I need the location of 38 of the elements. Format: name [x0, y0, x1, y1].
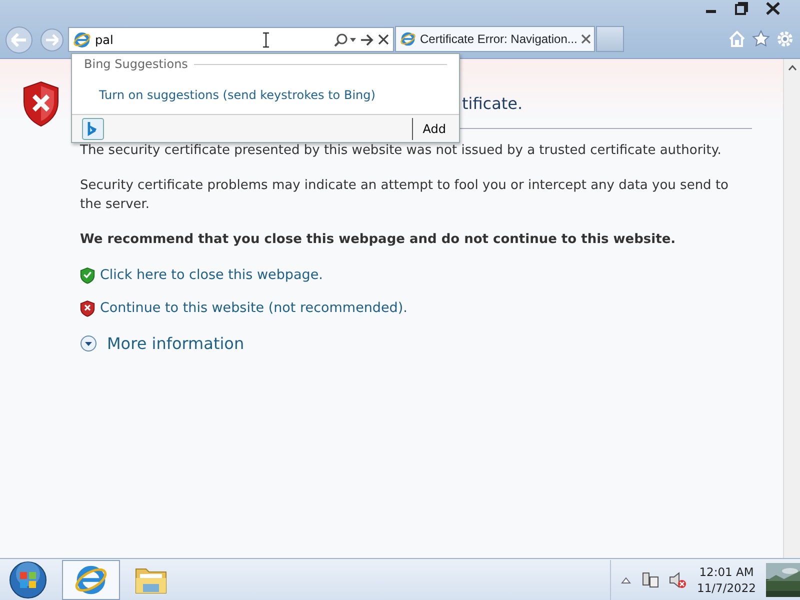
settings-icon[interactable]: [776, 30, 794, 48]
clock[interactable]: 12:01 AM 11/7/2022: [697, 564, 756, 596]
browser-tab[interactable]: Certificate Error: Navigation...: [395, 26, 595, 52]
scroll-up-icon[interactable]: [788, 65, 796, 71]
suggestions-link[interactable]: Turn on suggestions (send keystrokes to Bing): [99, 86, 376, 104]
show-hidden-icons[interactable]: [621, 576, 632, 584]
add-button[interactable]: Add: [412, 118, 455, 140]
browser-logo-icon: [400, 31, 416, 47]
more-information-link[interactable]: More information: [107, 332, 244, 356]
recommendation-text: We recommend that you close this webpage and do not continue to this website.: [80, 231, 677, 249]
tab-title: Certificate Error: Navigation...: [420, 31, 578, 48]
network-icon[interactable]: [641, 570, 660, 588]
close-tab-icon[interactable]: [581, 34, 592, 44]
search-icon[interactable]: [334, 32, 356, 46]
back-icon[interactable]: [3, 26, 35, 54]
go-arrow-icon[interactable]: [360, 34, 374, 46]
forward-icon[interactable]: [39, 27, 65, 53]
action-link[interactable]: Continue to this website (not recommended).: [100, 298, 408, 318]
close-icon[interactable]: [766, 2, 780, 15]
expand-icon[interactable]: [80, 335, 97, 352]
error-shield-icon: [22, 81, 60, 127]
address-bar[interactable]: pal: [68, 27, 394, 52]
suggestions-heading: Bing Suggestions: [84, 56, 188, 73]
unsafe-shield-icon: [80, 300, 95, 317]
start-button[interactable]: [8, 560, 48, 600]
search-provider-icon[interactable]: [82, 118, 104, 140]
paragraph: The security certificate presented by this website was not issued by a trusted certificate authority.: [80, 142, 722, 160]
star-icon[interactable]: [752, 30, 770, 47]
text-cursor-icon: [262, 32, 270, 48]
page-heading: tificate.: [462, 94, 523, 113]
paragraph: Security certificate problems may indicate an attempt to fool you or intercept any data you send to the server.: [80, 177, 730, 214]
action-link[interactable]: Click here to close this webpage.: [100, 265, 323, 286]
clear-icon[interactable]: [378, 34, 389, 45]
muted-speaker-icon[interactable]: [669, 570, 688, 588]
safe-shield-icon: [80, 266, 95, 284]
browser-icon[interactable]: [62, 560, 120, 600]
restore-icon[interactable]: [735, 2, 748, 15]
browser-logo-icon: [73, 30, 91, 48]
